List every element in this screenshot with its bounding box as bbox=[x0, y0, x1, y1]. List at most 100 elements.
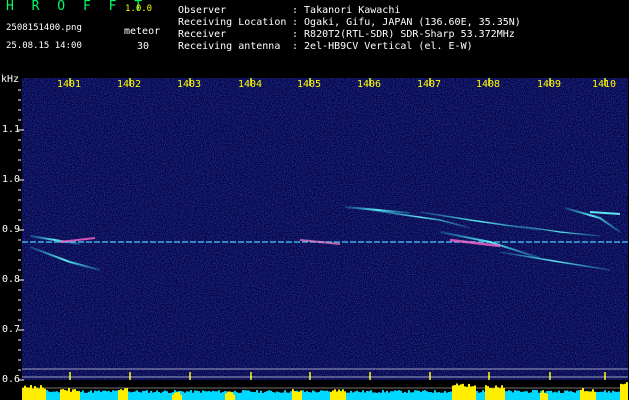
level-segment bbox=[206, 391, 208, 400]
level-peak bbox=[231, 392, 233, 400]
level-segment bbox=[130, 392, 132, 400]
level-segment bbox=[374, 392, 376, 400]
level-segment bbox=[198, 391, 200, 400]
level-segment bbox=[416, 390, 418, 400]
spectrogram bbox=[18, 78, 628, 400]
level-segment bbox=[600, 391, 602, 400]
y-tick-label: 1.1 bbox=[2, 124, 21, 135]
level-peak bbox=[546, 393, 548, 400]
level-segment bbox=[92, 392, 94, 400]
level-segment bbox=[618, 391, 620, 400]
level-segment bbox=[400, 390, 402, 400]
level-segment bbox=[538, 392, 540, 400]
level-peak bbox=[584, 391, 586, 400]
level-segment bbox=[556, 392, 558, 400]
level-segment bbox=[520, 391, 522, 400]
level-segment bbox=[270, 390, 272, 400]
level-peak bbox=[64, 389, 66, 400]
level-segment bbox=[440, 392, 442, 400]
level-peak bbox=[225, 393, 227, 400]
level-segment bbox=[574, 392, 576, 400]
level-segment bbox=[476, 390, 478, 400]
level-segment bbox=[392, 391, 394, 400]
level-segment bbox=[370, 390, 372, 400]
level-peak bbox=[458, 385, 460, 400]
level-peak bbox=[462, 383, 464, 400]
y-tick-label: 0.8 bbox=[2, 274, 21, 285]
level-peak bbox=[227, 391, 229, 400]
level-peak bbox=[62, 389, 64, 400]
level-peak bbox=[485, 385, 487, 400]
level-segment bbox=[354, 391, 356, 400]
level-segment bbox=[240, 392, 242, 400]
level-segment bbox=[598, 391, 600, 400]
level-segment bbox=[522, 391, 524, 400]
level-peak bbox=[468, 383, 470, 400]
level-segment bbox=[278, 392, 280, 400]
level-segment bbox=[552, 392, 554, 400]
level-segment bbox=[88, 391, 90, 400]
level-peak bbox=[24, 385, 26, 400]
level-segment bbox=[314, 391, 316, 400]
level-segment bbox=[90, 390, 92, 400]
level-segment bbox=[116, 390, 118, 400]
level-peak bbox=[34, 386, 36, 400]
level-segment bbox=[448, 391, 450, 400]
level-peak bbox=[32, 388, 34, 400]
level-peak bbox=[178, 392, 180, 400]
level-segment bbox=[550, 390, 552, 400]
x-tick-label: 1409 bbox=[537, 79, 562, 90]
y-tick-label: 1.0 bbox=[2, 174, 21, 185]
level-peak bbox=[26, 387, 28, 400]
level-segment bbox=[256, 390, 258, 400]
level-segment bbox=[524, 391, 526, 400]
level-segment bbox=[406, 392, 408, 400]
level-segment bbox=[372, 392, 374, 400]
level-segment bbox=[352, 392, 354, 400]
level-segment bbox=[480, 392, 482, 400]
level-segment bbox=[286, 392, 288, 400]
level-peak bbox=[330, 391, 332, 400]
level-segment bbox=[146, 390, 148, 400]
level-segment bbox=[312, 390, 314, 400]
level-peak bbox=[338, 389, 340, 400]
level-segment bbox=[478, 392, 480, 400]
level-segment bbox=[220, 392, 222, 400]
level-segment bbox=[446, 392, 448, 400]
level-segment bbox=[268, 390, 270, 400]
level-peak bbox=[622, 384, 624, 400]
x-tick-label: 1408 bbox=[476, 79, 501, 90]
level-segment bbox=[194, 390, 196, 400]
level-segment bbox=[304, 391, 306, 400]
level-peak bbox=[180, 394, 182, 400]
level-segment bbox=[274, 392, 276, 400]
level-segment bbox=[322, 390, 324, 400]
level-peak bbox=[466, 386, 468, 400]
level-peak bbox=[489, 388, 491, 400]
level-peak bbox=[70, 391, 72, 400]
level-segment bbox=[388, 392, 390, 400]
level-segment bbox=[328, 391, 330, 400]
level-segment bbox=[348, 392, 350, 400]
level-segment bbox=[434, 390, 436, 400]
level-segment bbox=[394, 390, 396, 400]
level-segment bbox=[168, 392, 170, 400]
level-segment bbox=[404, 391, 406, 400]
level-segment bbox=[52, 391, 54, 400]
level-segment bbox=[216, 391, 218, 400]
level-peak bbox=[294, 391, 296, 400]
level-peak bbox=[474, 385, 476, 400]
level-segment bbox=[86, 392, 88, 400]
level-segment bbox=[424, 390, 426, 400]
level-segment bbox=[308, 391, 310, 400]
level-segment bbox=[48, 391, 50, 400]
level-segment bbox=[610, 392, 612, 400]
level-peak bbox=[499, 388, 501, 400]
level-segment bbox=[94, 390, 96, 400]
level-segment bbox=[170, 392, 172, 400]
level-segment bbox=[56, 391, 58, 400]
level-segment bbox=[164, 390, 166, 400]
level-segment bbox=[528, 392, 530, 400]
level-segment bbox=[156, 390, 158, 400]
level-segment bbox=[428, 392, 430, 400]
